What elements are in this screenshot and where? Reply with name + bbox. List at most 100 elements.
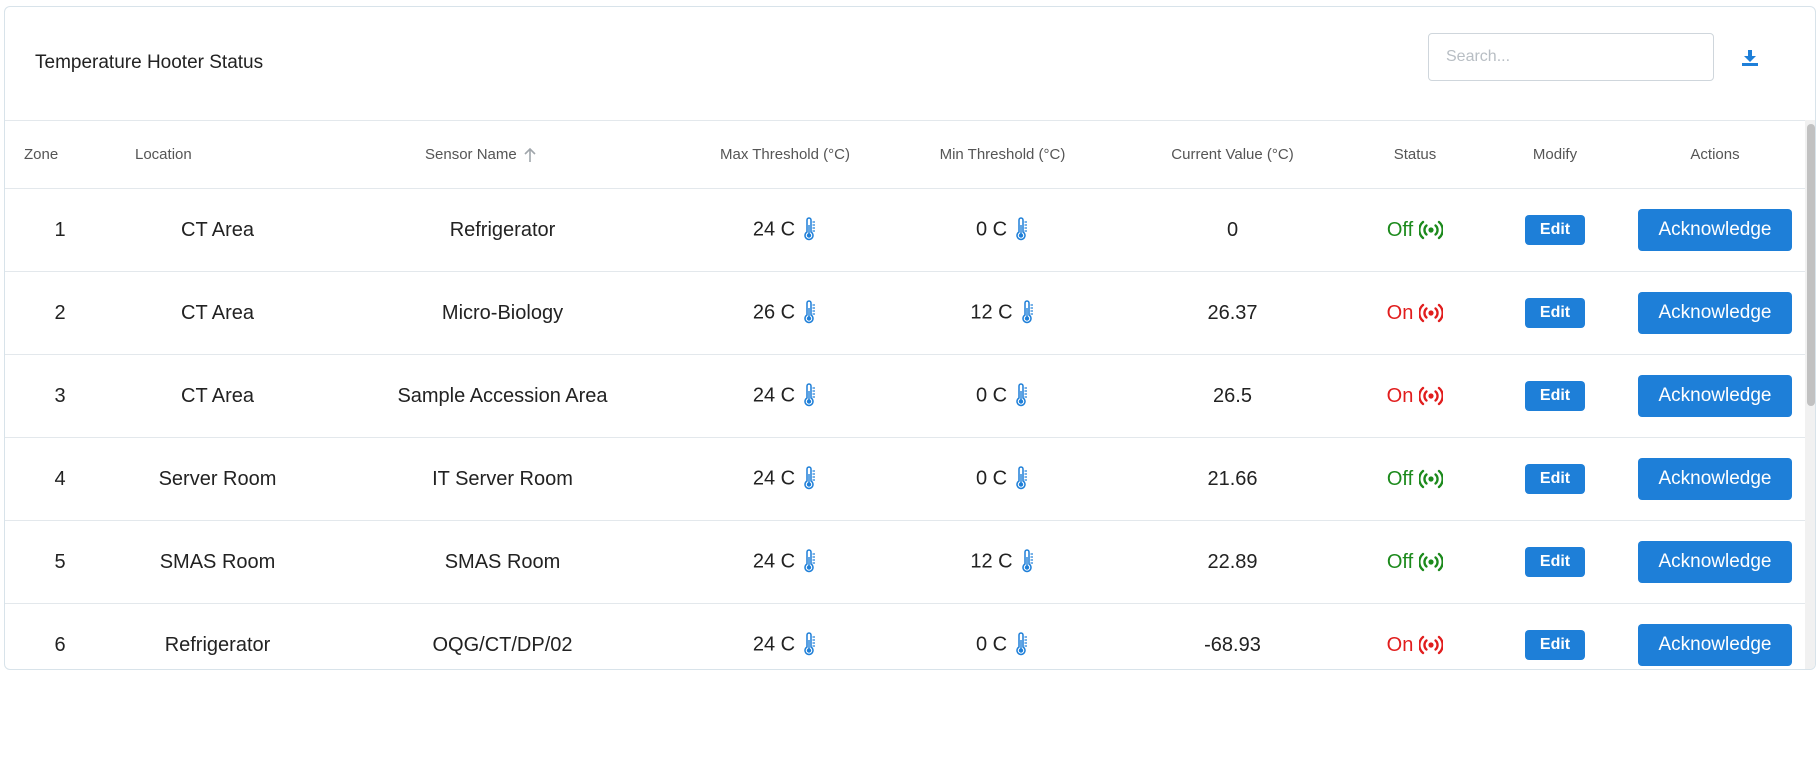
max-threshold-value: 24 C (752, 218, 796, 241)
thermometer-icon (1021, 549, 1033, 573)
table-row: 4 Server Room IT Server Room 24 C 0 C 21.66 Of… (5, 438, 1805, 521)
status-badge: On (1386, 384, 1414, 407)
edit-button[interactable]: Edit (1525, 298, 1585, 328)
thermometer-icon (804, 300, 816, 324)
download-icon (1742, 50, 1758, 66)
cell-sensor-name: OQG/CT/DP/02 (432, 633, 573, 656)
cell-modify: Edit (1485, 438, 1625, 521)
cell-current-value: 22.89 (1207, 550, 1258, 573)
acknowledge-button[interactable]: Acknowledge (1638, 541, 1792, 583)
column-header-location[interactable]: Location (115, 121, 320, 189)
broadcast-icon (1419, 469, 1444, 489)
cell-zone: 2 (54, 301, 66, 324)
column-header-min-threshold[interactable]: Min Threshold (°C) (885, 121, 1120, 189)
status-badge: On (1386, 633, 1414, 656)
min-threshold-value: 0 C (975, 384, 1008, 407)
table-header-row: Zone Location Sensor Name Max Threshold … (5, 120, 1805, 189)
thermometer-icon (1016, 217, 1028, 241)
broadcast-icon (1419, 386, 1444, 406)
cell-min-threshold: 0 C (885, 355, 1120, 438)
broadcast-icon (1419, 303, 1444, 323)
cell-zone: 3 (54, 384, 66, 407)
download-button[interactable] (1735, 43, 1765, 73)
cell-max-threshold: 24 C (685, 604, 885, 670)
cell-sensor-name: IT Server Room (432, 467, 573, 490)
cell-status: Off (1345, 189, 1485, 272)
thermometer-icon (1016, 466, 1028, 490)
edit-button[interactable]: Edit (1525, 464, 1585, 494)
status-badge: Off (1386, 218, 1414, 241)
cell-current-value: 26.5 (1213, 384, 1252, 407)
cell-actions: Acknowledge (1625, 355, 1805, 438)
vertical-scrollbar[interactable] (1805, 120, 1815, 669)
cell-zone: 5 (54, 550, 66, 573)
column-header-sensor-name-label: Sensor Name (425, 145, 517, 163)
column-header-zone[interactable]: Zone (5, 121, 115, 189)
cell-sensor-name: Refrigerator (449, 218, 556, 241)
cell-actions: Acknowledge (1625, 189, 1805, 272)
column-header-status[interactable]: Status (1345, 121, 1485, 189)
cell-location: CT Area (181, 384, 254, 407)
edit-button[interactable]: Edit (1525, 215, 1585, 245)
acknowledge-button[interactable]: Acknowledge (1638, 292, 1792, 334)
column-header-current-value[interactable]: Current Value (°C) (1120, 121, 1345, 189)
arrow-up-icon[interactable] (523, 147, 537, 163)
max-threshold-value: 24 C (752, 467, 796, 490)
status-badge: Off (1386, 550, 1414, 573)
cell-min-threshold: 0 C (885, 604, 1120, 670)
broadcast-icon (1419, 220, 1444, 240)
acknowledge-button[interactable]: Acknowledge (1638, 209, 1792, 251)
cell-zone: 4 (54, 467, 66, 490)
thermometer-icon (1016, 383, 1028, 407)
cell-zone: 6 (54, 633, 66, 656)
cell-current-value: 21.66 (1207, 467, 1258, 490)
cell-status: Off (1345, 438, 1485, 521)
min-threshold-value: 12 C (970, 301, 1013, 324)
cell-min-threshold: 0 C (885, 189, 1120, 272)
max-threshold-value: 26 C (752, 301, 796, 324)
card-header: Temperature Hooter Status (5, 7, 1815, 120)
cell-min-threshold: 0 C (885, 438, 1120, 521)
column-header-sensor-name[interactable]: Sensor Name (320, 121, 685, 189)
cell-current-value: 0 (1226, 218, 1239, 241)
cell-sensor-name: Micro-Biology (441, 301, 564, 324)
search-input[interactable] (1428, 33, 1714, 81)
table-row: 1 CT Area Refrigerator 24 C 0 C 0 Off Edit Ackno… (5, 189, 1805, 272)
edit-button[interactable]: Edit (1525, 547, 1585, 577)
cell-modify: Edit (1485, 521, 1625, 604)
cell-max-threshold: 24 C (685, 355, 885, 438)
hooter-table: Zone Location Sensor Name Max Threshold … (5, 120, 1805, 670)
scrollbar-thumb[interactable] (1807, 124, 1815, 406)
thermometer-icon (804, 217, 816, 241)
edit-button[interactable]: Edit (1525, 381, 1585, 411)
column-header-modify: Modify (1532, 146, 1578, 163)
acknowledge-button[interactable]: Acknowledge (1638, 458, 1792, 500)
table-row: 3 CT Area Sample Accession Area 24 C 0 C 26.5… (5, 355, 1805, 438)
min-threshold-value: 0 C (975, 467, 1008, 490)
thermometer-icon (1016, 632, 1028, 656)
cell-actions: Acknowledge (1625, 438, 1805, 521)
status-badge: Off (1386, 467, 1414, 490)
acknowledge-button[interactable]: Acknowledge (1638, 375, 1792, 417)
column-header-max-threshold[interactable]: Max Threshold (°C) (685, 121, 885, 189)
cell-actions: Acknowledge (1625, 604, 1805, 670)
edit-button[interactable]: Edit (1525, 630, 1585, 660)
cell-location: Refrigerator (164, 633, 271, 656)
thermometer-icon (804, 466, 816, 490)
max-threshold-value: 24 C (752, 384, 796, 407)
table-container: Zone Location Sensor Name Max Threshold … (5, 120, 1805, 670)
cell-status: On (1345, 272, 1485, 355)
cell-status: Off (1345, 521, 1485, 604)
thermometer-icon (804, 383, 816, 407)
max-threshold-value: 24 C (752, 550, 796, 573)
cell-zone: 1 (54, 218, 66, 241)
broadcast-icon (1419, 635, 1444, 655)
cell-actions: Acknowledge (1625, 521, 1805, 604)
min-threshold-value: 12 C (970, 550, 1013, 573)
cell-location: Server Room (158, 467, 277, 490)
acknowledge-button[interactable]: Acknowledge (1638, 624, 1792, 666)
cell-location: CT Area (181, 218, 254, 241)
broadcast-icon (1419, 552, 1444, 572)
cell-modify: Edit (1485, 355, 1625, 438)
cell-actions: Acknowledge (1625, 272, 1805, 355)
